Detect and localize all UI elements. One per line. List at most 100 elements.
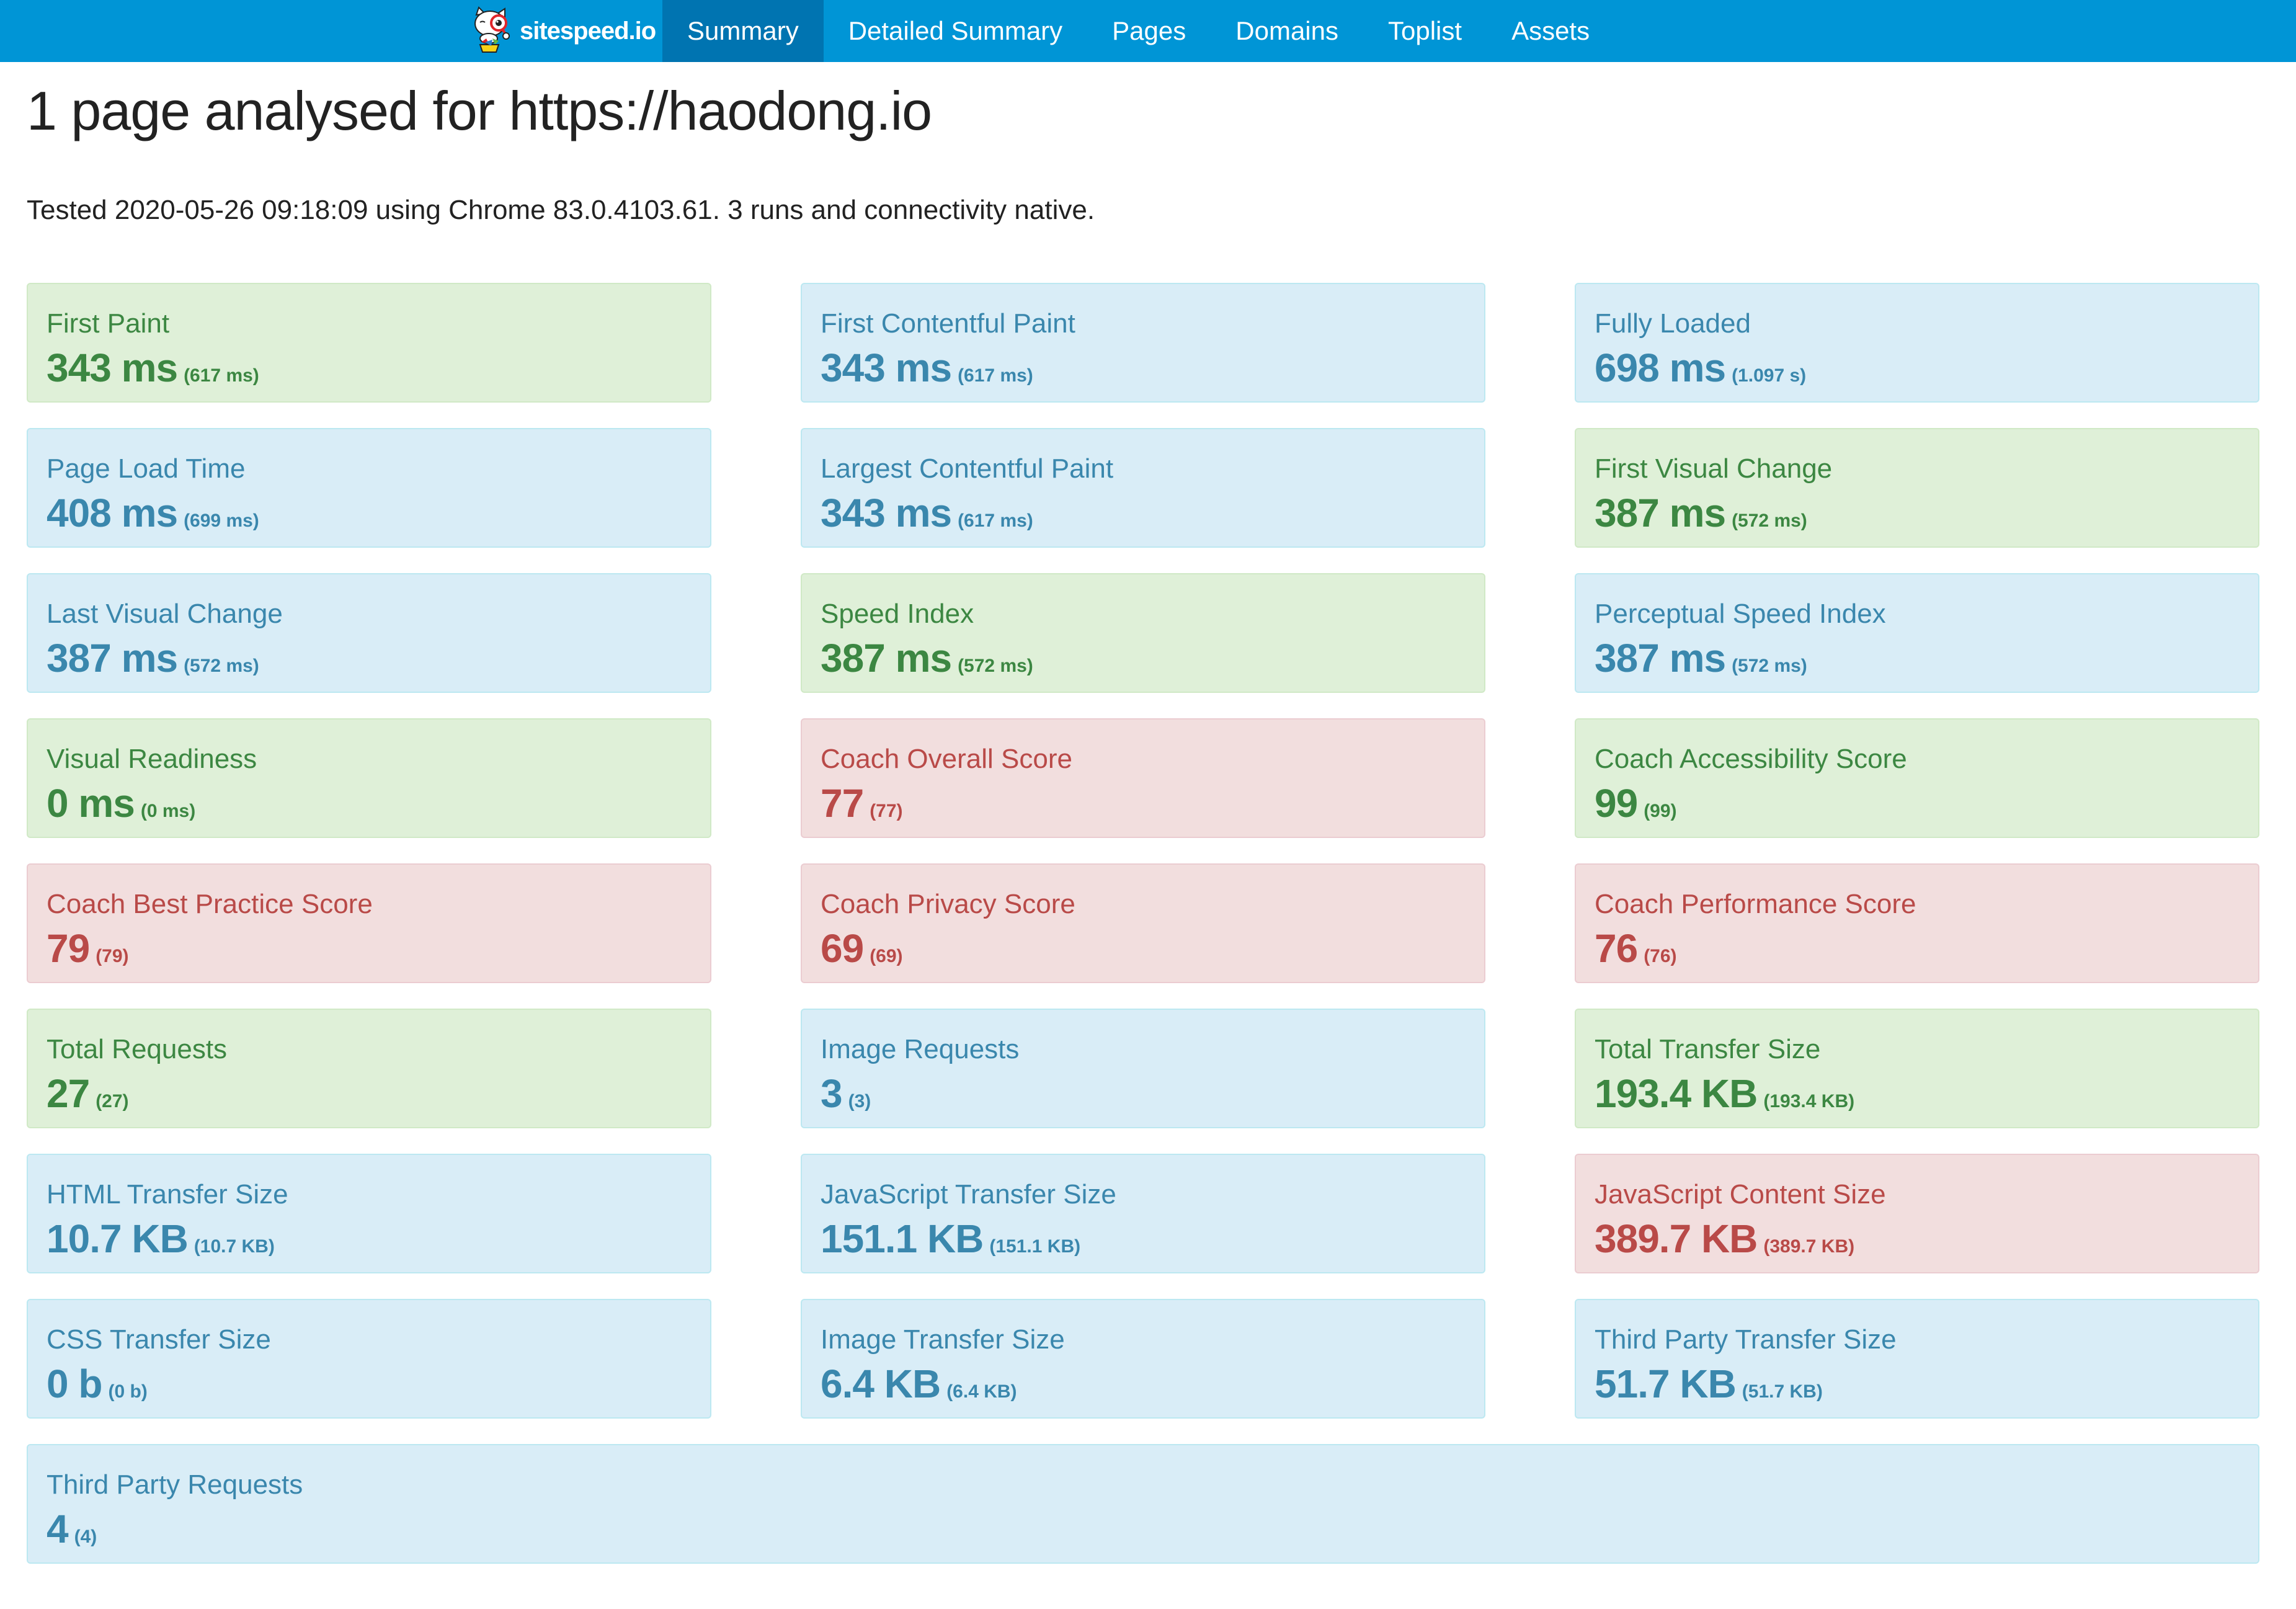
metric-label: Perceptual Speed Index xyxy=(1595,599,1886,629)
nav-item-domains[interactable]: Domains xyxy=(1211,0,1363,62)
metric-secondary-value: (572 ms) xyxy=(1732,656,1807,676)
metric-card-coach-performance-score: Coach Performance Score 76 (76) xyxy=(1575,863,2259,983)
metric-label: JavaScript Content Size xyxy=(1595,1179,1886,1210)
metric-value: 0 b xyxy=(47,1362,102,1406)
metric-value: 151.1 KB xyxy=(821,1216,984,1261)
metric-label: First Contentful Paint xyxy=(821,308,1075,339)
metric-value: 77 xyxy=(821,781,864,826)
metric-secondary-value: (6.4 KB) xyxy=(946,1381,1017,1402)
metric-label: CSS Transfer Size xyxy=(47,1324,271,1355)
metric-value: 27 xyxy=(47,1071,90,1116)
metric-card-first-visual-change: First Visual Change 387 ms (572 ms) xyxy=(1575,428,2259,548)
metric-value: 387 ms xyxy=(1595,491,1726,535)
metric-secondary-value: (389.7 KB) xyxy=(1763,1236,1855,1257)
metric-card-largest-contentful-paint: Largest Contentful Paint 343 ms (617 ms) xyxy=(801,428,1485,548)
metric-label: Total Requests xyxy=(47,1034,228,1064)
metric-value: 698 ms xyxy=(1595,345,1726,390)
test-info: Tested 2020-05-26 09:18:09 using Chrome … xyxy=(27,195,1095,225)
nav-item-toplist[interactable]: Toplist xyxy=(1363,0,1487,62)
metric-label: Fully Loaded xyxy=(1595,308,1751,339)
metric-card-third-party-requests: Third Party Requests 4 (4) xyxy=(27,1444,2259,1564)
metric-card-third-party-transfer-size: Third Party Transfer Size 51.7 KB (51.7 K… xyxy=(1575,1299,2259,1419)
metric-card-image-transfer-size: Image Transfer Size 6.4 KB (6.4 KB) xyxy=(801,1299,1485,1419)
metric-value: 387 ms xyxy=(47,636,178,680)
metric-label: Image Requests xyxy=(821,1034,1020,1064)
metric-card-html-transfer-size: HTML Transfer Size 10.7 KB (10.7 KB) xyxy=(27,1154,711,1273)
metric-label: HTML Transfer Size xyxy=(47,1179,288,1210)
metric-value: 387 ms xyxy=(821,636,952,680)
metric-value: 99 xyxy=(1595,781,1638,826)
metric-label: Visual Readiness xyxy=(47,744,257,774)
brand-link[interactable]: sitespeed.io xyxy=(470,0,656,62)
metric-label: First Visual Change xyxy=(1595,453,1833,484)
nav-item-assets[interactable]: Assets xyxy=(1487,0,1614,62)
metric-card-css-transfer-size: CSS Transfer Size 0 b (0 b) xyxy=(27,1299,711,1419)
metric-secondary-value: (193.4 KB) xyxy=(1763,1091,1855,1112)
metric-secondary-value: (572 ms) xyxy=(1732,510,1807,531)
metric-label: Third Party Transfer Size xyxy=(1595,1324,1897,1355)
metric-label: Coach Overall Score xyxy=(821,744,1072,774)
metric-secondary-value: (0 b) xyxy=(108,1381,148,1402)
metric-label: Coach Accessibility Score xyxy=(1595,744,1907,774)
metric-secondary-value: (4) xyxy=(74,1527,97,1547)
metric-secondary-value: (151.1 KB) xyxy=(989,1236,1081,1257)
metric-value: 193.4 KB xyxy=(1595,1071,1758,1116)
metric-value: 387 ms xyxy=(1595,636,1726,680)
metric-secondary-value: (10.7 KB) xyxy=(194,1236,275,1257)
metric-secondary-value: (69) xyxy=(870,946,903,966)
metrics-grid: First Paint 343 ms (617 ms) First Content… xyxy=(27,283,2259,1564)
metric-card-speed-index: Speed Index 387 ms (572 ms) xyxy=(801,573,1485,693)
metric-label: Total Transfer Size xyxy=(1595,1034,1821,1064)
metric-card-coach-overall-score: Coach Overall Score 77 (77) xyxy=(801,718,1485,838)
metric-value: 343 ms xyxy=(821,345,952,390)
metric-card-last-visual-change: Last Visual Change 387 ms (572 ms) xyxy=(27,573,711,693)
nav-item-detailed-summary[interactable]: Detailed Summary xyxy=(824,0,1087,62)
metric-card-javascript-content-size: JavaScript Content Size 389.7 KB (389.7 K… xyxy=(1575,1154,2259,1273)
metric-secondary-value: (51.7 KB) xyxy=(1742,1381,1823,1402)
top-navbar: sitespeed.io Summary Detailed Summary Pa… xyxy=(0,0,2296,62)
metric-secondary-value: (79) xyxy=(96,946,129,966)
metric-label: Page Load Time xyxy=(47,453,246,484)
metric-value: 343 ms xyxy=(821,491,952,535)
metric-label: Speed Index xyxy=(821,599,974,629)
metric-secondary-value: (617 ms) xyxy=(958,365,1033,386)
metric-label: Image Transfer Size xyxy=(821,1324,1065,1355)
metric-secondary-value: (27) xyxy=(96,1091,129,1112)
metric-secondary-value: (572 ms) xyxy=(184,656,259,676)
metric-card-page-load-time: Page Load Time 408 ms (699 ms) xyxy=(27,428,711,548)
metric-label: Third Party Requests xyxy=(47,1469,303,1500)
metric-value: 6.4 KB xyxy=(821,1362,941,1406)
metric-secondary-value: (3) xyxy=(848,1091,871,1112)
metric-secondary-value: (99) xyxy=(1644,801,1677,821)
metric-card-perceptual-speed-index: Perceptual Speed Index 387 ms (572 ms) xyxy=(1575,573,2259,693)
metric-secondary-value: (1.097 s) xyxy=(1732,365,1807,386)
metric-label: Coach Best Practice Score xyxy=(47,889,373,919)
metric-label: First Paint xyxy=(47,308,170,339)
metric-value: 69 xyxy=(821,926,864,971)
metric-secondary-value: (77) xyxy=(870,801,903,821)
metric-secondary-value: (699 ms) xyxy=(184,510,259,531)
metric-label: Largest Contentful Paint xyxy=(821,453,1114,484)
metric-card-javascript-transfer-size: JavaScript Transfer Size 151.1 KB (151.1 … xyxy=(801,1154,1485,1273)
metric-value: 51.7 KB xyxy=(1595,1362,1737,1406)
metric-value: 343 ms xyxy=(47,345,178,390)
metric-label: Coach Performance Score xyxy=(1595,889,1916,919)
metric-value: 79 xyxy=(47,926,90,971)
metric-label: Coach Privacy Score xyxy=(821,889,1075,919)
metric-value: 0 ms xyxy=(47,781,135,826)
metric-secondary-value: (617 ms) xyxy=(958,510,1033,531)
sitespeed-logo-icon xyxy=(474,6,510,53)
metric-value: 76 xyxy=(1595,926,1638,971)
metric-card-coach-best-practice-score: Coach Best Practice Score 79 (79) xyxy=(27,863,711,983)
page-title: 1 page analysed for https://haodong.io xyxy=(27,80,932,141)
metric-card-first-contentful-paint: First Contentful Paint 343 ms (617 ms) xyxy=(801,283,1485,403)
metric-label: Last Visual Change xyxy=(47,599,283,629)
metric-value: 4 xyxy=(47,1507,69,1551)
nav-item-pages[interactable]: Pages xyxy=(1087,0,1211,62)
metric-card-coach-privacy-score: Coach Privacy Score 69 (69) xyxy=(801,863,1485,983)
nav-item-summary[interactable]: Summary xyxy=(662,0,824,62)
metric-card-fully-loaded: Fully Loaded 698 ms (1.097 s) xyxy=(1575,283,2259,403)
metric-card-total-requests: Total Requests 27 (27) xyxy=(27,1009,711,1128)
metric-value: 408 ms xyxy=(47,491,178,535)
metric-card-visual-readiness: Visual Readiness 0 ms (0 ms) xyxy=(27,718,711,838)
